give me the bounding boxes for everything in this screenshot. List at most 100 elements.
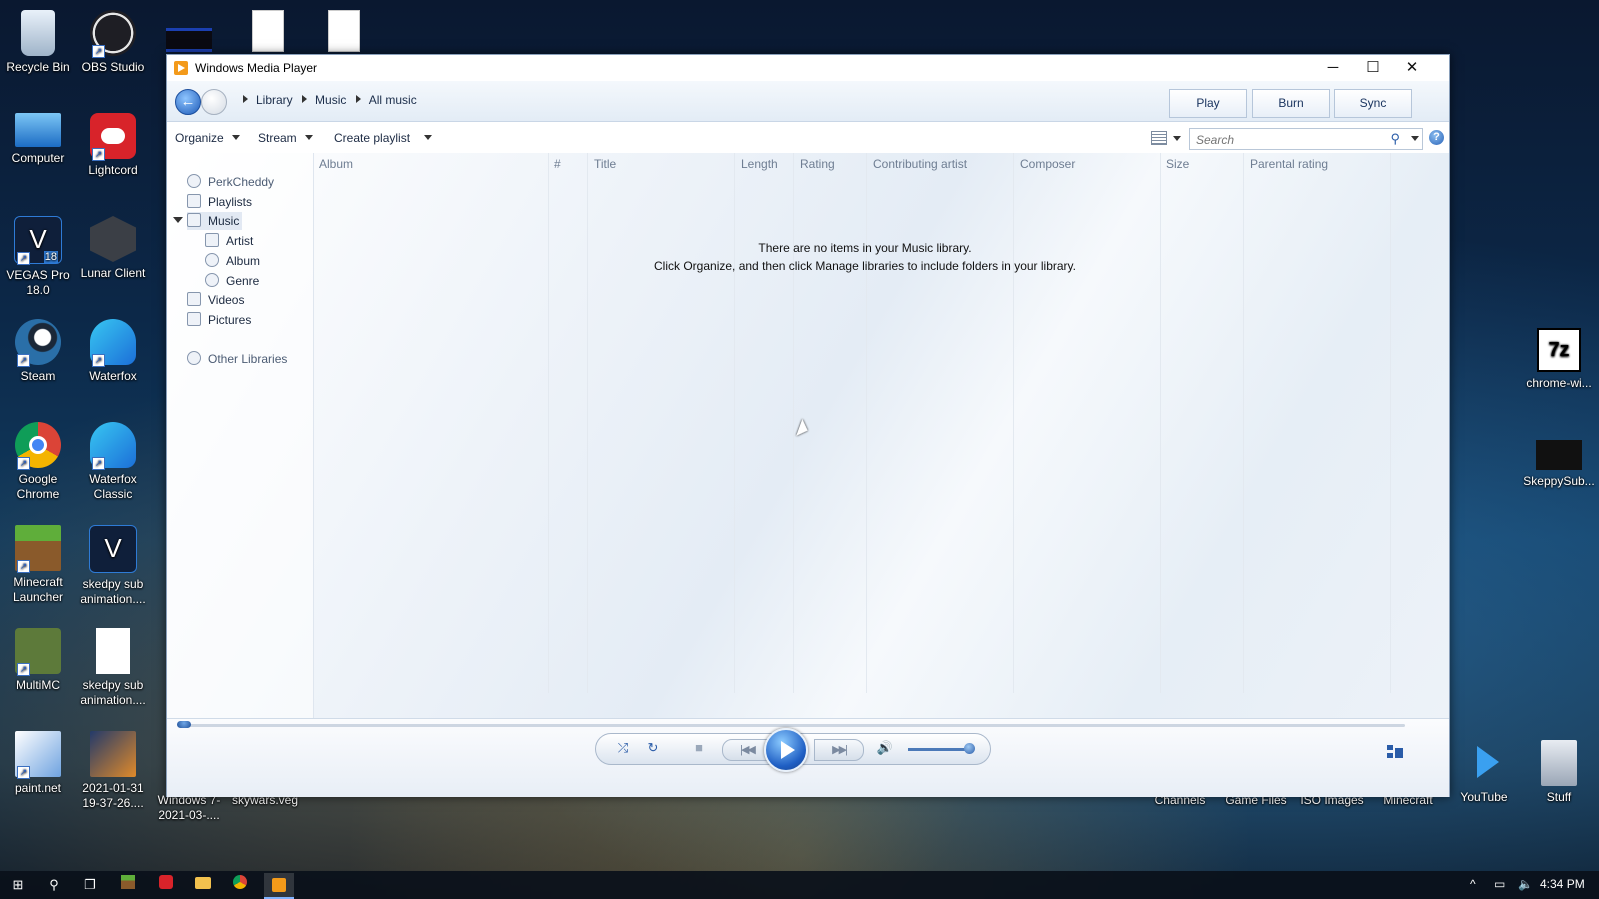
desktop-icon-waterfox[interactable]: ↗ Waterfox — [76, 319, 150, 384]
column-divider[interactable] — [793, 153, 794, 693]
nav-item-pictures[interactable]: Pictures — [187, 311, 251, 329]
seek-bar-thumb[interactable] — [177, 721, 191, 728]
column-header-size[interactable]: Size — [1166, 157, 1189, 171]
column-divider[interactable] — [587, 153, 588, 693]
seek-bar[interactable] — [179, 724, 1405, 727]
desktop-thumb-document-1[interactable] — [252, 10, 284, 52]
tab-sync[interactable]: Sync — [1334, 89, 1412, 118]
nav-item-music[interactable]: Music — [187, 212, 243, 230]
breadcrumb-music[interactable]: Music — [315, 93, 346, 107]
stream-menu[interactable]: Stream — [258, 131, 313, 145]
column-header-contributing-artist[interactable]: Contributing artist — [873, 157, 967, 171]
network-icon[interactable]: ▭ — [1494, 877, 1505, 891]
close-button[interactable]: ✕ — [1392, 55, 1432, 81]
back-arrow-icon[interactable]: ← — [175, 89, 201, 115]
desktop-icon-steam[interactable]: ↗ Steam — [1, 319, 75, 384]
search-dropdown-icon[interactable] — [1411, 136, 1419, 141]
chrome-taskbar-icon[interactable] — [230, 875, 250, 895]
help-icon[interactable]: ? — [1429, 130, 1444, 145]
minecraft-taskbar-icon[interactable] — [118, 875, 138, 895]
task-view-icon[interactable]: ❐ — [80, 875, 100, 895]
desktop-icon-waterfox-classic[interactable]: ↗ Waterfox Classic — [76, 422, 150, 502]
nav-item-playlists[interactable]: Playlists — [187, 193, 252, 211]
breadcrumb-library[interactable]: Library — [256, 93, 293, 107]
column-divider[interactable] — [1390, 153, 1391, 693]
column-header-length[interactable]: Length — [741, 157, 778, 171]
column-divider[interactable] — [1013, 153, 1014, 693]
view-options-dropdown-icon[interactable] — [1173, 136, 1181, 141]
create-playlist-menu[interactable]: Create playlist — [334, 131, 433, 145]
column-header-title[interactable]: Title — [594, 157, 616, 171]
search-icon[interactable]: ⚲ — [44, 875, 64, 895]
view-options-icon[interactable] — [1151, 131, 1167, 145]
shuffle-icon[interactable]: ⤮ — [612, 740, 634, 756]
desktop-icon-obs-studio[interactable]: ↗ OBS Studio — [76, 10, 150, 75]
maximize-button[interactable]: ☐ — [1353, 55, 1393, 81]
breadcrumb-all-music[interactable]: All music — [369, 93, 417, 107]
volume-slider[interactable] — [908, 748, 968, 751]
breadcrumb-separator-icon[interactable] — [355, 95, 361, 103]
desktop-icon-stuff[interactable]: Stuff — [1522, 740, 1596, 805]
tab-burn[interactable]: Burn — [1252, 89, 1330, 118]
tab-play[interactable]: Play — [1169, 89, 1247, 118]
desktop-icon-skedpy-sub-animation-file[interactable]: skedpy sub animation.... — [76, 628, 150, 708]
desktop-icon-chrome-wi[interactable]: 7z chrome-wi... — [1522, 328, 1596, 391]
nav-item-genre[interactable]: Genre — [205, 272, 259, 290]
desktop-thumb-video[interactable] — [166, 28, 212, 52]
column-divider[interactable] — [866, 153, 867, 693]
chevron-down-icon[interactable] — [173, 217, 183, 223]
title-bar[interactable]: Windows Media Player ─ ☐ ✕ — [167, 55, 1449, 81]
play-button[interactable] — [764, 728, 808, 772]
desktop-icon-skedpy-sub-animation-vegas[interactable]: V skedpy sub animation.... — [76, 525, 150, 607]
nav-item-videos[interactable]: Videos — [187, 291, 244, 309]
organize-menu[interactable]: Organize — [175, 131, 240, 145]
desktop-icon-minecraft-launcher[interactable]: ↗ Minecraft Launcher — [1, 525, 75, 605]
column-header-parental-rating[interactable]: Parental rating — [1250, 157, 1328, 171]
column-header-album[interactable]: Album — [319, 157, 353, 171]
desktop-icon-recycle-bin[interactable]: Recycle Bin — [1, 10, 75, 75]
switch-to-now-playing-icon[interactable] — [1387, 745, 1403, 759]
breadcrumb-separator-icon[interactable] — [302, 95, 308, 103]
stop-icon[interactable]: ■ — [688, 740, 710, 755]
desktop-icon-computer[interactable]: Computer — [1, 113, 75, 166]
column-divider[interactable] — [1160, 153, 1161, 693]
media-player-taskbar-icon[interactable] — [264, 873, 294, 899]
column-divider[interactable] — [734, 153, 735, 693]
repeat-icon[interactable]: ↻ — [642, 740, 664, 756]
desktop-icon-youtube[interactable]: YouTube — [1447, 740, 1521, 805]
desktop-icon-skeppysub[interactable]: SkeppySub... — [1522, 440, 1596, 489]
volume-tray-icon[interactable]: 🔈 — [1518, 877, 1533, 891]
desktop-icon-lightcord[interactable]: ↗ Lightcord — [76, 113, 150, 178]
volume-slider-thumb[interactable] — [964, 743, 975, 754]
column-divider[interactable] — [1243, 153, 1244, 693]
search-icon[interactable]: ⚲ — [1390, 131, 1400, 147]
tray-chevron-up-icon[interactable]: ^ — [1470, 877, 1476, 891]
nav-item-album[interactable]: Album — [205, 252, 260, 270]
column-header-rating[interactable]: Rating — [800, 157, 835, 171]
desktop-icon-recording-2021-01-31[interactable]: 2021-01-31 19-37-26.... — [76, 731, 150, 811]
search-input[interactable] — [1194, 131, 1388, 149]
taskbar-clock[interactable]: 4:34 PM — [1540, 877, 1585, 891]
search-box[interactable]: ⚲ — [1189, 128, 1423, 150]
next-track-button[interactable]: ▶▶| — [814, 739, 864, 761]
nav-item-artist[interactable]: Artist — [205, 232, 253, 250]
file-explorer-icon[interactable] — [193, 875, 213, 895]
minimize-button[interactable]: ─ — [1313, 55, 1353, 81]
desktop-thumb-document-2[interactable] — [328, 10, 360, 52]
lightcord-taskbar-icon[interactable] — [156, 875, 176, 895]
column-header-track-number[interactable]: # — [554, 157, 561, 171]
desktop-icon-multimc[interactable]: ↗ MultiMC — [1, 628, 75, 693]
desktop-icon-windows-7-iso[interactable]: Windows 7-2021-03-.... — [152, 793, 226, 823]
forward-arrow-icon[interactable] — [201, 89, 227, 115]
column-divider[interactable] — [548, 153, 549, 693]
desktop-icon-paint-net[interactable]: ↗ paint.net — [1, 731, 75, 796]
column-header-composer[interactable]: Composer — [1020, 157, 1075, 171]
nav-item-other-libraries[interactable]: Other Libraries — [187, 350, 287, 368]
volume-speaker-icon[interactable]: 🔊 — [874, 740, 896, 756]
desktop-icon-vegas-pro[interactable]: V 18 ↗ VEGAS Pro 18.0 — [1, 216, 75, 298]
nav-item-user[interactable]: PerkCheddy — [187, 173, 274, 191]
desktop-icon-google-chrome[interactable]: ↗ Google Chrome — [1, 422, 75, 502]
lightcord-icon: ↗ — [90, 113, 136, 161]
desktop-icon-lunar-client[interactable]: Lunar Client — [76, 216, 150, 281]
start-windows-icon[interactable]: ⊞ — [8, 875, 28, 895]
